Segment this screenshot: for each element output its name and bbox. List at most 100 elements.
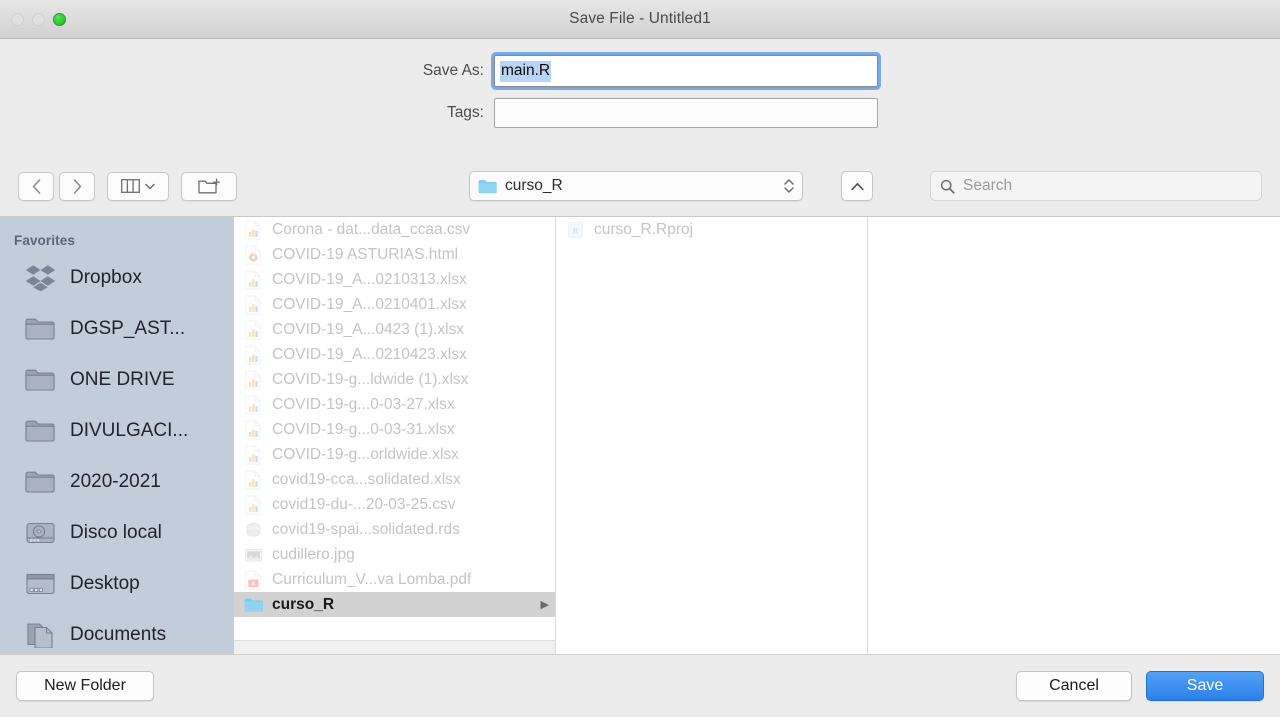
file-column-3[interactable] [868, 217, 1280, 654]
save-as-input[interactable]: main.R [491, 52, 881, 90]
sidebar-section-favorites: Favorites [14, 233, 75, 248]
go-up-button[interactable] [841, 171, 873, 201]
folder-icon [24, 365, 56, 395]
file-row[interactable]: A Curriculum_V...va Lomba.pdf [234, 567, 555, 592]
minimize-button [32, 12, 45, 26]
sidebar-item-divulgaci[interactable]: DIVULGACI... [0, 405, 234, 456]
file-name: Corona - dat...data_ccaa.csv [272, 220, 471, 238]
sidebar-item-one-drive[interactable]: ONE DRIVE [0, 354, 234, 405]
file-name: COVID-19_A...0210401.xlsx [272, 295, 467, 313]
new-folder-icon [198, 178, 220, 193]
file-row[interactable]: COVID-19-g...ldwide (1).xlsx [234, 367, 555, 392]
spreadsheet-icon [244, 495, 263, 515]
svg-text:R: R [572, 226, 579, 235]
file-row[interactable]: Rcurso_R.Rproj [556, 217, 867, 242]
back-button[interactable] [18, 171, 54, 201]
tags-input[interactable] [494, 98, 878, 128]
folder-icon [24, 314, 56, 344]
spreadsheet-icon [244, 395, 263, 415]
folder-icon [24, 467, 56, 497]
search-field[interactable]: Search [930, 171, 1262, 201]
file-row[interactable]: COVID-19-g...orldwide.xlsx [234, 442, 555, 467]
folder-icon [24, 416, 56, 446]
file-name: covid19-cca...solidated.xlsx [272, 470, 461, 488]
search-input[interactable]: Search [963, 177, 1012, 195]
disclosure-triangle-icon[interactable]: ▶ [541, 598, 549, 611]
sidebar-item-disco-local[interactable]: Disco local [0, 507, 234, 558]
file-row[interactable]: covid19-du-...20-03-25.csv [234, 492, 555, 517]
save-button[interactable]: Save [1146, 671, 1264, 701]
file-row[interactable]: COVID-19-g...0-03-27.xlsx [234, 392, 555, 417]
path-dropdown[interactable]: curso_R [469, 171, 803, 201]
title-bar: Save File - Untitled1 [0, 0, 1280, 39]
file-column-1[interactable]: Corona - dat...data_ccaa.csv COVID-19 AST… [234, 217, 556, 654]
file-row[interactable]: COVID-19_A...0210313.xlsx [234, 267, 555, 292]
up-down-chevrons-icon [784, 179, 794, 193]
sidebar-item-desktop[interactable]: Desktop [0, 558, 234, 609]
spreadsheet-icon [244, 445, 263, 465]
file-name: COVID-19_A...0210313.xlsx [272, 270, 467, 288]
new-folder-toolbar-button[interactable] [181, 171, 237, 201]
file-row[interactable]: COVID-19-g...0-03-31.xlsx [234, 417, 555, 442]
file-name: curso_R.Rproj [594, 220, 694, 238]
dropbox-icon [24, 263, 56, 293]
save-form: Save As: main.R Tags: [0, 39, 1280, 156]
sidebar-item-label: DGSP_AST... [70, 317, 186, 339]
file-row[interactable]: Corona - dat...data_ccaa.csv [234, 217, 555, 242]
sidebar-item-label: Dropbox [70, 266, 142, 288]
save-as-row: Save As: main.R [0, 52, 1280, 90]
sidebar-item-documents[interactable]: Documents [0, 609, 234, 654]
spreadsheet-icon [244, 370, 263, 390]
sidebar-item-label: Documents [70, 623, 167, 645]
file-name: COVID-19-g...0-03-27.xlsx [272, 395, 455, 413]
file-name: COVID-19 ASTURIAS.html [272, 245, 459, 263]
file-name: Curriculum_V...va Lomba.pdf [272, 570, 472, 588]
file-row[interactable]: COVID-19 ASTURIAS.html [234, 242, 555, 267]
chevron-up-icon [850, 182, 864, 190]
rds-icon [244, 520, 263, 540]
file-name: covid19-du-...20-03-25.csv [272, 495, 456, 513]
search-icon [940, 179, 955, 194]
sidebar-item-dgsp-ast[interactable]: DGSP_AST... [0, 303, 234, 354]
folder-icon [478, 179, 497, 193]
file-name: COVID-19-g...orldwide.xlsx [272, 445, 459, 463]
sidebar-item-dropbox[interactable]: Dropbox [0, 252, 234, 303]
file-name: COVID-19-g...ldwide (1).xlsx [272, 370, 469, 388]
zoom-button[interactable] [53, 12, 66, 26]
view-mode-button[interactable] [107, 171, 169, 201]
file-row[interactable]: cudillero.jpg [234, 542, 555, 567]
file-row[interactable]: covid19-spai...solidated.rds [234, 517, 555, 542]
desktop-icon [24, 569, 56, 599]
file-list: Corona - dat...data_ccaa.csv COVID-19 AST… [234, 217, 555, 617]
column-view-icon [121, 179, 140, 193]
file-column-2[interactable]: Rcurso_R.Rproj [556, 217, 868, 654]
save-file-dialog: Save File - Untitled1 Save As: main.R Ta… [0, 0, 1280, 717]
file-browser-toolbar: curso_R Search [0, 156, 1280, 216]
sidebar-item-label: ONE DRIVE [70, 368, 175, 390]
forward-button[interactable] [59, 171, 95, 201]
file-name: curso_R [272, 595, 335, 613]
new-folder-button[interactable]: New Folder [16, 671, 154, 701]
file-row[interactable]: COVID-19_A...0423 (1).xlsx [234, 317, 555, 342]
tags-input-wrapper [494, 98, 878, 128]
file-row[interactable]: COVID-19_A...0210401.xlsx [234, 292, 555, 317]
rproj-icon: R [566, 220, 585, 240]
file-name: COVID-19_A...0210423.xlsx [272, 345, 467, 363]
pdf-icon: A [244, 570, 263, 590]
file-name: COVID-19-g...0-03-31.xlsx [272, 420, 455, 438]
window-controls [11, 0, 66, 38]
sidebar-item-label: 2020-2021 [70, 470, 161, 492]
spreadsheet-icon [244, 470, 263, 490]
file-name: cudillero.jpg [272, 545, 355, 563]
cancel-button[interactable]: Cancel [1016, 671, 1132, 701]
sidebar-item-label: Desktop [70, 572, 140, 594]
file-row[interactable]: covid19-cca...solidated.xlsx [234, 467, 555, 492]
sidebar-item-label: DIVULGACI... [70, 419, 189, 441]
file-row[interactable]: COVID-19_A...0210423.xlsx [234, 342, 555, 367]
sidebar-item-label: Disco local [70, 521, 162, 543]
column-scroll-edge [234, 640, 555, 654]
file-row[interactable]: curso_R ▶ [234, 592, 555, 617]
sidebar-item-2020-2021[interactable]: 2020-2021 [0, 456, 234, 507]
chevron-left-icon [32, 178, 40, 194]
svg-text:A: A [251, 581, 255, 587]
